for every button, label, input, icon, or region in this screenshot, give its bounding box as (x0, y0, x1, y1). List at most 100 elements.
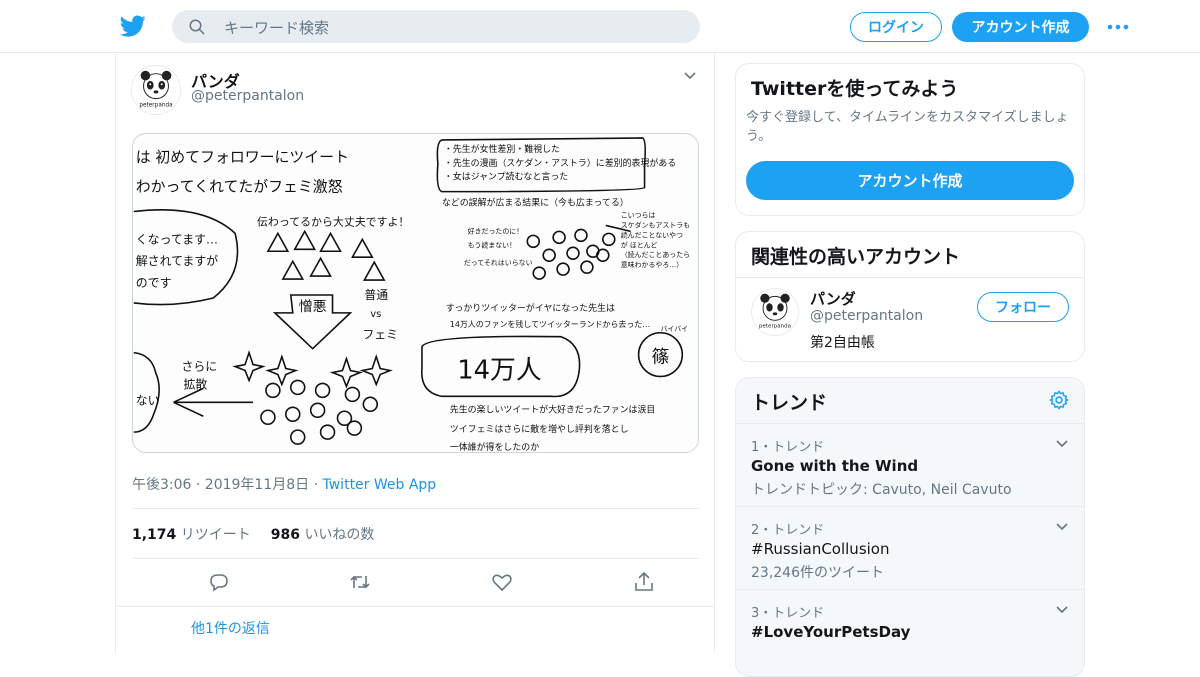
svg-text:・女はジャンプ読むなと言った: ・女はジャンプ読むなと言った (444, 171, 568, 183)
svg-text:好きだったのに！: 好きだったのに！ (468, 226, 524, 235)
search-box[interactable] (172, 10, 700, 45)
like-heart-icon[interactable] (490, 570, 514, 594)
divider (132, 508, 699, 509)
related-account-avatar[interactable]: peterpanda (751, 288, 799, 336)
svg-text:スケダンもアストラも: スケダンもアストラも (621, 220, 690, 229)
trend-subtitle: トレンドトピック: Cavuto, Neil Cavuto (751, 482, 1012, 498)
top-navigation-bar: ログイン アカウント作成 (0, 0, 1200, 53)
related-account-bio: 第2自由帳 (810, 335, 875, 351)
svg-text:14万人のファンを残してツイッターランドから去った…: 14万人のファンを残してツイッターランドから去った… (450, 319, 650, 329)
tweet-metadata: 午後3:06 · 2019年11月8日 · Twitter Web App (132, 474, 436, 494)
svg-text:すっかりツイッターがイヤになった先生は: すっかりツイッターがイヤになった先生は (446, 302, 615, 314)
panda-avatar-image: peterpanda (139, 70, 173, 108)
svg-text:拡散: 拡散 (183, 377, 207, 391)
svg-text:意味わかるやろ…）: 意味わかるやろ…） (621, 260, 683, 269)
more-replies-link[interactable]: 他1件の返信 (191, 618, 270, 638)
svg-text:・先生の漫画（スケダン・アストラ）に差別的表現がある: ・先生の漫画（スケダン・アストラ）に差別的表現がある (444, 157, 676, 169)
related-accounts-title: 関連性の高いアカウント (751, 246, 961, 268)
svg-text:peterpanda: peterpanda (139, 102, 172, 108)
retweet-stat[interactable]: 1,174 リツイート (132, 524, 251, 544)
twitter-bird-icon[interactable] (120, 13, 146, 39)
svg-text:こいつらは: こいつらは (621, 211, 656, 219)
trend-title: Gone with the Wind (751, 457, 919, 475)
related-account-name[interactable]: パンダ (810, 288, 856, 309)
svg-text:ツイフェミはさらに敵を増やし評判を落とし: ツイフェミはさらに敵を増やし評判を落とし (450, 423, 629, 435)
tweet-image[interactable]: は 初めてフォロワーにツイート わかってくれてたがフェミ激怒 ・先生が女性差別・… (132, 133, 699, 453)
panda-avatar-image: peterpanda (759, 293, 791, 330)
svg-text:バイバイ: バイバイ (660, 325, 688, 333)
trends-title: トレンド (751, 392, 828, 414)
author-avatar[interactable]: peterpanda (131, 65, 181, 115)
svg-text:わかってくれてたがフェミ激怒: わかってくれてたがフェミ激怒 (136, 178, 343, 196)
related-accounts-card: 関連性の高いアカウント peterpanda パンダ @peterpantalo… (735, 231, 1085, 362)
signup-prompt-card: Twitterを使ってみよう 今すぐ登録して、タイムラインをカスタマイズしましょ… (735, 63, 1085, 216)
trend-title: #RussianCollusion (751, 540, 890, 558)
login-button[interactable]: ログイン (850, 12, 942, 42)
trend-subtitle: 23,246件のツイート (751, 565, 884, 581)
trend-item[interactable]: 1・トレンド Gone with the Wind トレンドトピック: Cavu… (736, 423, 1084, 506)
retweet-icon[interactable] (348, 570, 372, 594)
trend-rank: 3・トレンド (751, 606, 825, 621)
trend-title: #LoveYourPetsDay (751, 623, 911, 641)
svg-text:くなってます…: くなってます… (136, 232, 218, 246)
signup-button[interactable]: アカウント作成 (952, 12, 1089, 42)
retweet-label: リツイート (180, 527, 251, 543)
svg-text:peterpanda: peterpanda (759, 324, 791, 330)
author-handle[interactable]: @peterpantalon (191, 88, 304, 104)
comic-drawing: は 初めてフォロワーにツイート わかってくれてたがフェミ激怒 ・先生が女性差別・… (133, 137, 690, 452)
svg-text:もう読まない！: もう読まない！ (468, 240, 516, 249)
tweet-actions (132, 570, 699, 596)
svg-text:読んだことないやつ: 読んだことないやつ (621, 230, 683, 239)
chevron-down-icon[interactable] (1054, 519, 1070, 535)
follow-button[interactable]: フォロー (977, 292, 1069, 322)
tweet-stats: 1,174 リツイート 986 いいねの数 (132, 524, 374, 544)
svg-text:憎悪: 憎悪 (299, 298, 327, 315)
signup-card-title: Twitterを使ってみよう (751, 78, 959, 100)
more-dots-icon[interactable] (1106, 18, 1130, 36)
svg-text:14万人: 14万人 (457, 355, 542, 385)
chevron-down-icon[interactable] (682, 68, 698, 84)
retweet-count: 1,174 (132, 527, 177, 543)
tweet-timestamp[interactable]: 午後3:06 · 2019年11月8日 (132, 477, 309, 493)
svg-text:vs: vs (370, 309, 381, 320)
svg-text:フェミ: フェミ (362, 328, 398, 342)
svg-text:伝わってるから大丈夫ですよ！: 伝わってるから大丈夫ですよ！ (257, 214, 409, 228)
trend-rank: 2・トレンド (751, 523, 825, 538)
trend-item[interactable]: 2・トレンド #RussianCollusion 23,246件のツイート (736, 506, 1084, 589)
svg-text:が ほとんど: が ほとんど (621, 240, 658, 249)
search-icon (189, 19, 205, 35)
meta-separator: · (309, 477, 323, 493)
trend-rank: 1・トレンド (751, 440, 825, 455)
svg-text:解されてますが: 解されてますが (136, 254, 218, 268)
chevron-down-icon[interactable] (1054, 436, 1070, 452)
svg-text:先生の楽しいツイートが大好きだったファンは涙目: 先生の楽しいツイートが大好きだったファンは涙目 (450, 403, 656, 415)
svg-text:だってそれはいらない: だってそれはいらない (464, 259, 533, 267)
related-account-handle[interactable]: @peterpantalon (810, 308, 923, 324)
svg-text:のです: のです (136, 276, 172, 290)
signup-card-description: 今すぐ登録して、タイムラインをカスタマイズしましょう。 (746, 110, 1069, 144)
trends-card: トレンド 1・トレンド Gone with the Wind トレンドトピック:… (735, 377, 1085, 677)
gear-icon[interactable] (1048, 389, 1070, 411)
divider (132, 558, 699, 559)
like-label: いいねの数 (304, 527, 375, 543)
tweet-source-link[interactable]: Twitter Web App (323, 477, 437, 493)
svg-text:・先生が女性差別・難視した: ・先生が女性差別・難視した (444, 143, 560, 155)
svg-text:などの誤解が広まる結果に（今も広まってる）: などの誤解が広まる結果に（今も広まってる） (442, 197, 629, 209)
svg-text:普通: 普通 (364, 288, 388, 302)
like-count: 986 (270, 527, 300, 543)
share-icon[interactable] (632, 570, 656, 594)
trend-item[interactable]: 3・トレンド #LoveYourPetsDay (736, 589, 1084, 672)
svg-text:は 初めてフォロワーにツイート: は 初めてフォロワーにツイート (136, 148, 349, 166)
svg-text:さらに: さらに (181, 360, 217, 374)
tweet-detail-column: peterpanda パンダ @peterpantalon は 初めてフォロワー… (115, 53, 715, 653)
reply-icon[interactable] (207, 570, 231, 594)
divider (736, 277, 1084, 278)
chevron-down-icon[interactable] (1054, 602, 1070, 618)
like-stat[interactable]: 986 いいねの数 (271, 524, 375, 544)
svg-text:ない: ない (136, 393, 160, 407)
search-input[interactable] (222, 10, 686, 45)
svg-text:一体誰が得をしたのか: 一体誰が得をしたのか (450, 441, 539, 452)
svg-text:篠: 篠 (652, 347, 670, 368)
signup-card-button[interactable]: アカウント作成 (746, 161, 1074, 200)
divider (116, 606, 714, 607)
